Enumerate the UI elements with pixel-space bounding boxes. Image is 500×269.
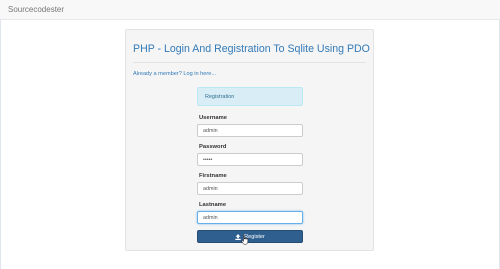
login-link[interactable]: Already a member? Log in here... — [133, 71, 216, 77]
firstname-input[interactable] — [197, 182, 303, 195]
register-button[interactable]: Register — [197, 230, 303, 243]
lastname-input[interactable] — [197, 211, 303, 224]
alert-text: Registration — [205, 94, 235, 100]
title-divider — [133, 62, 366, 63]
registration-panel: PHP - Login And Registration To Sqlite U… — [125, 29, 374, 251]
navbar: Sourcecodester — [0, 0, 500, 20]
firstname-label: Firstname — [199, 173, 227, 179]
registration-alert: Registration — [197, 87, 303, 106]
page-title: PHP - Login And Registration To Sqlite U… — [133, 43, 370, 55]
hand-cursor-icon — [241, 235, 249, 245]
password-input[interactable] — [197, 153, 303, 166]
password-label: Password — [199, 144, 227, 150]
username-label: Username — [199, 115, 228, 121]
username-input[interactable] — [197, 124, 303, 137]
navbar-brand[interactable]: Sourcecodester — [8, 5, 64, 14]
lastname-label: Lastname — [199, 202, 227, 208]
